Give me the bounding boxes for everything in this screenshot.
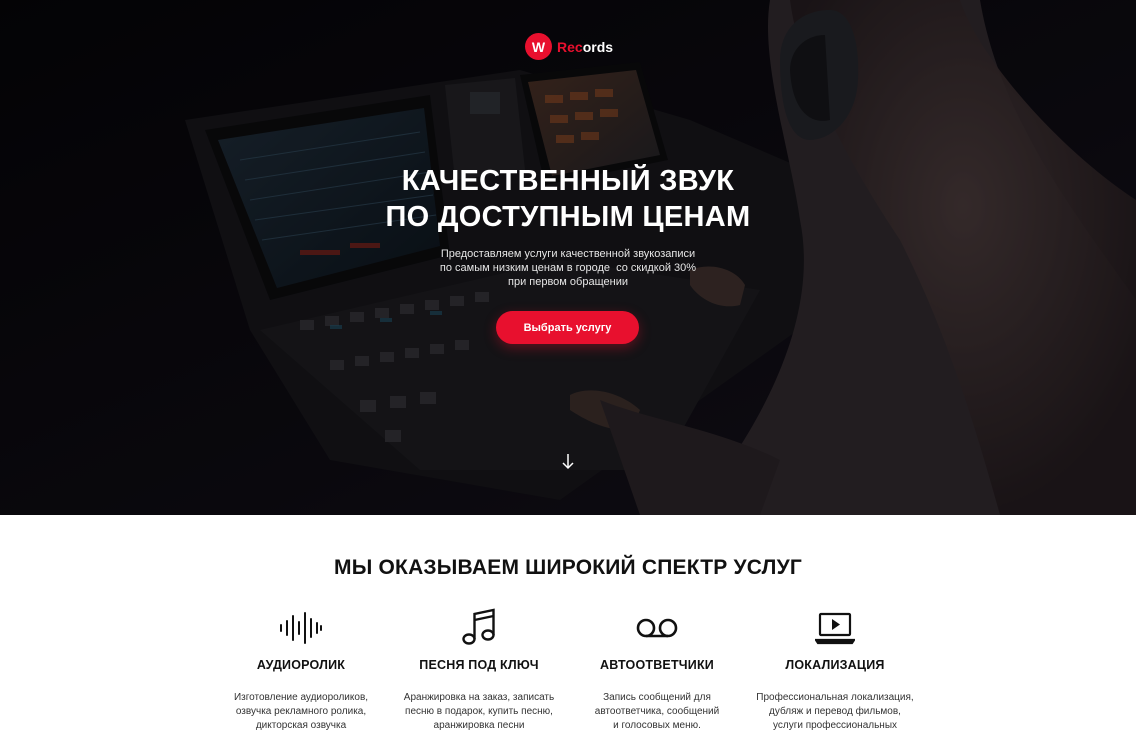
hero-title: КАЧЕСТВЕННЫЙ ЗВУК ПО ДОСТУПНЫМ ЦЕНАМ bbox=[0, 163, 1136, 235]
waveform-icon bbox=[280, 612, 322, 644]
service-description: Запись сообщений для автоответчика, сооб… bbox=[594, 692, 720, 731]
hero-title-line-1: КАЧЕСТВЕННЫЙ ЗВУК bbox=[401, 165, 735, 197]
hero-subtitle-line-3: при первом обращении bbox=[508, 276, 628, 288]
logo-text-rest: ords bbox=[582, 38, 614, 55]
logo-text: Records bbox=[557, 39, 613, 55]
logo-text-accent: Rec bbox=[557, 38, 583, 55]
service-name: АУДИОРОЛИК bbox=[256, 658, 346, 672]
service-card-answering-machines[interactable]: АВТООТВЕТЧИКИ Запись сообщений для автоо… bbox=[567, 608, 747, 733]
laptop-play-icon bbox=[815, 612, 855, 645]
arrow-down-icon[interactable] bbox=[559, 452, 577, 472]
service-description: Изготовление аудиороликов, озвучка рекла… bbox=[233, 692, 369, 731]
services-title: МЫ ОКАЗЫВАЕМ ШИРОКИЙ СПЕКТР УСЛУГ bbox=[334, 556, 802, 579]
logo[interactable]: W Records bbox=[525, 33, 613, 60]
service-card-turnkey-song[interactable]: ПЕСНЯ ПОД КЛЮЧ Аранжировка на заказ, зап… bbox=[389, 608, 569, 733]
service-card-localization[interactable]: ЛОКАЛИЗАЦИЯ Профессиональная локализация… bbox=[745, 608, 925, 733]
hero-subtitle: Предоставляем услуги качественной звукоз… bbox=[0, 247, 1136, 289]
music-note-icon bbox=[462, 608, 495, 645]
hero-title-line-2: ПО ДОСТУПНЫМ ЦЕНАМ bbox=[385, 201, 751, 233]
service-description: Аранжировка на заказ, записать песню в п… bbox=[403, 692, 555, 731]
logo-badge: W bbox=[525, 33, 552, 60]
service-name: ПЕСНЯ ПОД КЛЮЧ bbox=[419, 658, 539, 672]
choose-service-button[interactable]: Выбрать услугу bbox=[496, 311, 639, 344]
hero-section: W Records КАЧЕСТВЕННЫЙ ЗВУК ПО ДОСТУПНЫМ… bbox=[0, 0, 1136, 515]
service-description: Профессиональная локализация, дубляж и п… bbox=[756, 692, 914, 731]
hero-subtitle-line-1: Предоставляем услуги качественной звукоз… bbox=[440, 248, 696, 260]
hero-subtitle-line-2: по самым низким ценам в городе со скидко… bbox=[439, 262, 697, 274]
voicemail-icon bbox=[636, 618, 678, 638]
service-name: ЛОКАЛИЗАЦИЯ bbox=[785, 658, 885, 672]
service-card-audio-ad[interactable]: АУДИОРОЛИК Изготовление аудиороликов, оз… bbox=[211, 608, 391, 733]
service-name: АВТООТВЕТЧИКИ bbox=[600, 658, 714, 672]
